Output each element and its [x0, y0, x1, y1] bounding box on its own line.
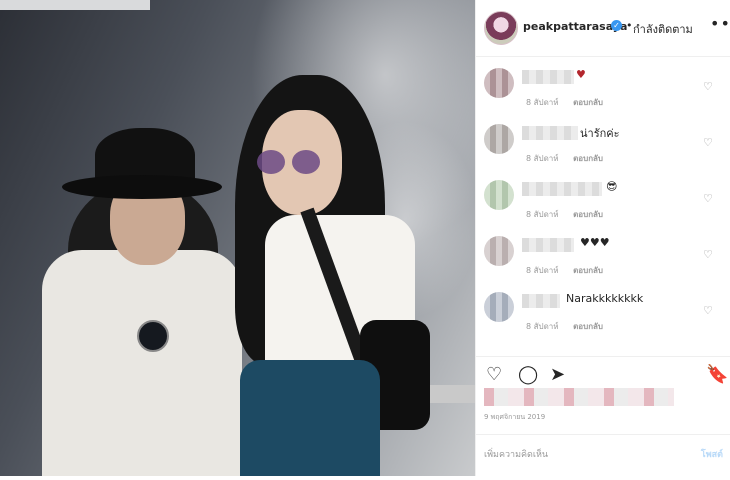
- reply-button[interactable]: ตอบกลับ: [573, 98, 603, 107]
- comment-time: 8 สัปดาห์: [526, 98, 559, 107]
- comment-meta: 8 สัปดาห์ ตอบกลับ: [526, 152, 603, 165]
- comment-meta: 8 สัปดาห์ ตอบกลับ: [526, 320, 603, 333]
- commenter-avatar[interactable]: [484, 124, 514, 154]
- comment-meta: 8 สัปดาห์ ตอบกลับ: [526, 96, 603, 109]
- commenter-username-blurred[interactable]: [522, 70, 574, 84]
- post-comment-button[interactable]: โพสต์: [701, 447, 723, 461]
- commenter-username-blurred[interactable]: [522, 294, 560, 308]
- comment-meta: 8 สัปดาห์ ตอบกลับ: [526, 264, 603, 277]
- commenter-avatar[interactable]: [484, 236, 514, 266]
- comment-text: ♥♥♥: [580, 236, 610, 249]
- photo-wall-detail: [0, 0, 150, 10]
- add-comment-bar: เพิ่มความคิดเห็น โพสต์: [476, 434, 730, 475]
- post-photo[interactable]: [0, 0, 475, 476]
- verified-icon: ✓: [611, 20, 622, 31]
- comment-item: น่ารักค่ะ 8 สัปดาห์ ตอบกลับ ♡: [476, 118, 730, 174]
- photo-hanging-sunglasses: [137, 320, 169, 352]
- comment-text: ♥: [576, 68, 586, 81]
- commenter-avatar[interactable]: [484, 292, 514, 322]
- profile-avatar[interactable]: [484, 11, 518, 45]
- photo-man-shirt: [42, 250, 242, 476]
- comment-like-icon[interactable]: ♡: [703, 248, 713, 261]
- commenter-username-blurred[interactable]: [522, 182, 602, 196]
- comment-meta: 8 สัปดาห์ ตอบกลับ: [526, 208, 603, 221]
- photo-woman-sunglasses: [257, 150, 285, 174]
- heart-icon[interactable]: ♡: [486, 364, 502, 385]
- comment-like-icon[interactable]: ♡: [703, 80, 713, 93]
- comment-time: 8 สัปดาห์: [526, 154, 559, 163]
- instagram-post: peakpattarasaya ✓ • กำลังติดตาม ••• ♥ 8 …: [0, 0, 730, 480]
- post-side-panel: peakpattarasaya ✓ • กำลังติดตาม ••• ♥ 8 …: [475, 0, 730, 476]
- comment-icon[interactable]: ◯: [518, 364, 538, 385]
- reply-button[interactable]: ตอบกลับ: [573, 210, 603, 219]
- photo-woman-sunglasses: [292, 150, 320, 174]
- share-icon[interactable]: ➤: [550, 364, 565, 385]
- header-separator: •: [626, 19, 633, 32]
- commenter-avatar[interactable]: [484, 68, 514, 98]
- comment-item: ♥♥♥ 8 สัปดาห์ ตอบกลับ ♡: [476, 230, 730, 286]
- comment-like-icon[interactable]: ♡: [703, 136, 713, 149]
- photo-woman-skirt: [240, 360, 380, 476]
- comment-like-icon[interactable]: ♡: [703, 304, 713, 317]
- comment-time: 8 สัปดาห์: [526, 266, 559, 275]
- comment-item: ♥ 8 สัปดาห์ ตอบกลับ ♡: [476, 62, 730, 118]
- comment-text: 😎: [606, 180, 618, 193]
- post-actions-bar: ♡ ◯ ➤ 🔖: [476, 356, 730, 391]
- post-header: peakpattarasaya ✓ • กำลังติดตาม •••: [476, 0, 730, 57]
- following-button[interactable]: กำลังติดตาม: [633, 20, 693, 38]
- comment-text: น่ารักค่ะ: [580, 127, 620, 140]
- likes-count-blurred[interactable]: [484, 388, 674, 406]
- post-date: 9 พฤศจิกายน 2019: [484, 413, 546, 421]
- reply-button[interactable]: ตอบกลับ: [573, 266, 603, 275]
- comment-text: Narakkkkkkkk: [566, 292, 644, 305]
- bookmark-icon[interactable]: 🔖: [706, 364, 728, 385]
- add-comment-input[interactable]: เพิ่มความคิดเห็น: [484, 447, 548, 461]
- reply-button[interactable]: ตอบกลับ: [573, 154, 603, 163]
- comment-item: 😎 8 สัปดาห์ ตอบกลับ ♡: [476, 174, 730, 230]
- comment-item: Narakkkkkkkk 8 สัปดาห์ ตอบกลับ ♡: [476, 286, 730, 342]
- comment-like-icon[interactable]: ♡: [703, 192, 713, 205]
- commenter-username-blurred[interactable]: [522, 126, 578, 140]
- commenter-avatar[interactable]: [484, 180, 514, 210]
- comment-time: 8 สัปดาห์: [526, 322, 559, 331]
- reply-button[interactable]: ตอบกลับ: [573, 322, 603, 331]
- commenter-username-blurred[interactable]: [522, 238, 574, 252]
- comment-time: 8 สัปดาห์: [526, 210, 559, 219]
- more-options-icon[interactable]: •••: [710, 14, 730, 33]
- photo-hat-brim: [62, 175, 222, 199]
